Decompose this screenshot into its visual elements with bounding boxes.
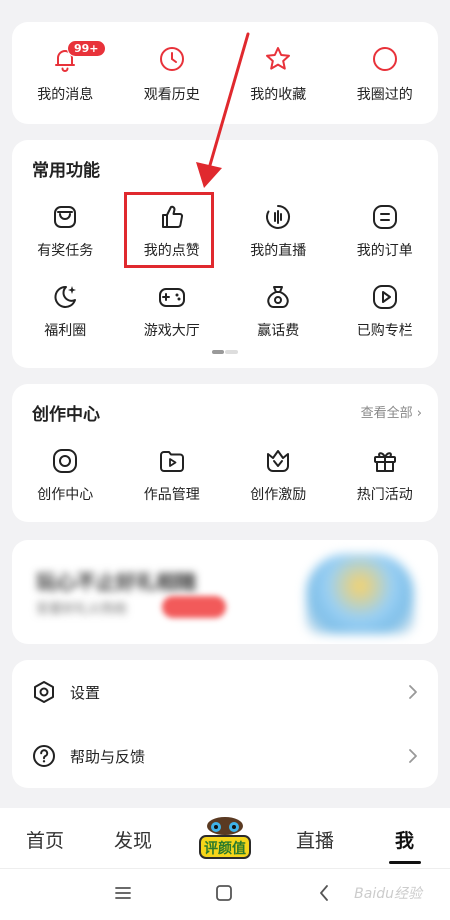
creation-center-button[interactable]: 创作中心 <box>12 446 119 526</box>
moon-star-icon <box>54 285 77 308</box>
page-indicator-active <box>212 350 224 354</box>
my-orders-label: 我的订单 <box>356 243 413 259</box>
nav-discover[interactable]: 发现 <box>114 826 152 853</box>
clock-icon <box>159 47 184 71</box>
my-live-label: 我的直播 <box>250 243 307 259</box>
my-messages-button[interactable]: 99+ 我的消息 <box>12 22 119 124</box>
page-indicator-inactive <box>225 350 238 354</box>
settings-row[interactable]: 设置 <box>12 660 438 724</box>
money-bag-icon <box>267 286 289 308</box>
help-feedback-label: 帮助与反馈 <box>70 747 146 766</box>
banner-cta-button[interactable] <box>162 596 226 618</box>
settings-hex-icon <box>34 681 54 703</box>
welfare-circle-label: 福利圈 <box>44 323 87 339</box>
purchased-column-button[interactable]: 已购专栏 <box>332 282 439 362</box>
center-logo-button[interactable]: 评颜值 <box>194 812 256 864</box>
my-favorites-label: 我的收藏 <box>250 87 307 103</box>
works-management-button[interactable]: 作品管理 <box>119 446 226 526</box>
common-functions-grid: 有奖任务 我的点赞 我的直播 我的订单 福利圈 游戏大厅 赢话费 已购专栏 <box>12 202 438 362</box>
bottom-nav: 首页 发现 评颜值 直播 我 <box>0 808 450 868</box>
my-circled-label: 我圈过的 <box>356 87 413 103</box>
camera-icon <box>53 449 78 473</box>
reward-task-button[interactable]: 有奖任务 <box>12 202 119 282</box>
nav-live[interactable]: 直播 <box>296 826 334 853</box>
my-orders-button[interactable]: 我的订单 <box>332 202 439 282</box>
chevron-right-icon: › <box>416 406 422 421</box>
creation-center-title: 创作中心 <box>32 405 100 425</box>
my-messages-label: 我的消息 <box>37 87 94 103</box>
unread-badge: 99+ <box>67 40 106 57</box>
reward-task-icon <box>54 206 77 228</box>
order-icon <box>372 205 397 229</box>
works-management-label: 作品管理 <box>143 487 200 503</box>
hot-activities-label: 热门活动 <box>356 487 413 503</box>
creation-incentive-button[interactable]: 创作激励 <box>225 446 332 526</box>
star-icon <box>266 47 291 70</box>
welfare-circle-button[interactable]: 福利圈 <box>12 282 119 362</box>
help-feedback-row[interactable]: 帮助与反馈 <box>12 724 438 788</box>
crown-icon <box>267 450 290 472</box>
settings-card: 设置 帮助与反馈 <box>12 660 438 788</box>
back-icon[interactable] <box>318 883 330 903</box>
creation-incentive-label: 创作激励 <box>250 487 307 503</box>
game-hall-label: 游戏大厅 <box>143 323 200 339</box>
play-square-icon <box>372 285 397 309</box>
common-functions-card: 常用功能 有奖任务 我的点赞 我的直播 我的订单 福利圈 游戏大厅 赢话费 已购… <box>12 140 438 368</box>
gamepad-icon <box>158 288 185 307</box>
view-all-link[interactable]: 查看全部 › <box>361 402 422 421</box>
center-logo-icon: 评颜值 <box>199 817 251 859</box>
hot-activities-button[interactable]: 热门活动 <box>332 446 439 526</box>
nav-home[interactable]: 首页 <box>26 826 64 853</box>
watch-history-label: 观看历史 <box>143 87 200 103</box>
circle-icon <box>372 47 397 71</box>
home-square-icon[interactable] <box>215 883 233 903</box>
win-phone-credit-label: 赢话费 <box>257 323 300 339</box>
creation-center-grid: 创作中心 作品管理 创作激励 热门活动 <box>12 446 438 526</box>
creation-center-label: 创作中心 <box>37 487 94 503</box>
folder-play-icon <box>159 451 184 472</box>
page-indicator <box>212 350 238 354</box>
settings-label: 设置 <box>70 683 101 702</box>
creation-center-card: 创作中心 查看全部 › 创作中心 作品管理 创作激励 热门活动 <box>12 384 438 522</box>
quick-access-card: 99+ 我的消息 观看历史 我的收藏 我圈过的 <box>12 22 438 124</box>
system-nav-bar: Baidu经验 <box>0 868 450 920</box>
chevron-right-icon <box>409 749 417 763</box>
reward-task-label: 有奖任务 <box>37 243 94 259</box>
common-functions-title: 常用功能 <box>32 161 100 181</box>
nav-me[interactable]: 我 <box>395 826 414 853</box>
nav-active-indicator <box>389 861 421 864</box>
purchased-column-label: 已购专栏 <box>356 323 413 339</box>
highlight-box <box>124 192 214 268</box>
banner-subtitle: 至爱好礼火热抢 <box>36 602 128 617</box>
promo-banner[interactable]: 玩心不止好礼相随 至爱好礼火热抢 <box>12 540 438 644</box>
win-phone-credit-button[interactable]: 赢话费 <box>225 282 332 362</box>
watermark: Baidu经验 <box>354 886 422 902</box>
banner-illustration <box>306 554 414 634</box>
my-favorites-button[interactable]: 我的收藏 <box>225 22 332 124</box>
gift-icon <box>373 452 396 472</box>
watch-history-button[interactable]: 观看历史 <box>119 22 226 124</box>
menu-icon[interactable] <box>114 883 132 903</box>
help-icon <box>33 745 55 767</box>
banner-title: 玩心不止好礼相随 <box>36 570 196 594</box>
live-icon <box>266 205 291 229</box>
my-circled-button[interactable]: 我圈过的 <box>332 22 439 124</box>
my-live-button[interactable]: 我的直播 <box>225 202 332 282</box>
center-logo-text: 评颜值 <box>204 840 246 857</box>
chevron-right-icon <box>409 685 417 699</box>
game-hall-button[interactable]: 游戏大厅 <box>119 282 226 362</box>
view-all-label: 查看全部 <box>360 406 413 421</box>
